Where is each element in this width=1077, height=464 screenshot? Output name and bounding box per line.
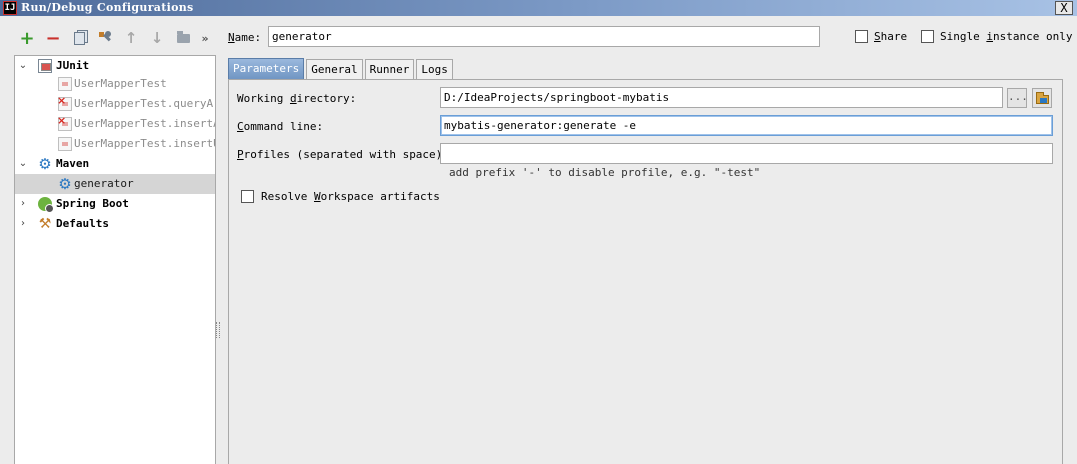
tree-item-label: UserMapperTest <box>74 77 167 90</box>
name-label: Name: <box>228 31 262 44</box>
tree-item-maven-generator[interactable]: ⚙ generator <box>15 174 215 194</box>
single-instance-checkbox[interactable] <box>921 30 934 43</box>
expanded-arrow-icon[interactable]: ⌄ <box>18 159 28 169</box>
tree-item-junit[interactable]: ⌄ JUnit <box>15 56 215 76</box>
expanded-arrow-icon[interactable]: ⌄ <box>18 61 28 71</box>
working-directory-label: Working directory: <box>237 92 357 105</box>
tree-item-defaults[interactable]: › ⚒ Defaults <box>15 214 215 234</box>
collapsed-arrow-icon[interactable]: › <box>18 199 28 209</box>
share-label[interactable]: Share <box>874 30 907 43</box>
remove-configuration-button[interactable]: − <box>40 28 66 49</box>
test-config-error-icon: × <box>57 114 72 131</box>
close-button[interactable]: X <box>1055 1 1073 15</box>
error-x-icon: × <box>57 94 67 107</box>
tree-item-junit-test[interactable]: UserMapperTest <box>15 74 215 94</box>
intellij-icon: IJ <box>3 1 17 15</box>
move-down-button[interactable]: ↓ <box>144 28 170 48</box>
profiles-input[interactable] <box>440 143 1053 164</box>
move-up-button[interactable]: ↑ <box>118 28 144 48</box>
folder-icon <box>1036 92 1049 104</box>
config-tabs: Parameters General Runner Logs <box>228 58 455 80</box>
profiles-hint: add prefix '-' to disable profile, e.g. … <box>449 166 761 179</box>
maven-gear-icon: ⚙ <box>38 155 52 173</box>
tree-item-label: UserMapperTest.insertUser <box>74 137 215 150</box>
defaults-wrench-icon: ⚒ <box>38 216 52 232</box>
more-actions-button[interactable]: » <box>196 28 214 48</box>
folder-button[interactable] <box>170 28 196 48</box>
command-line-label: Command line: <box>237 120 324 133</box>
spring-boot-icon <box>38 197 54 213</box>
copy-configuration-button[interactable] <box>66 28 92 48</box>
name-input[interactable]: generator <box>268 26 820 47</box>
parameters-panel <box>228 79 1063 464</box>
tree-item-label: Defaults <box>56 217 109 230</box>
folder-icon <box>176 30 190 43</box>
tree-item-spring-boot[interactable]: › Spring Boot <box>15 194 215 214</box>
edit-defaults-button[interactable] <box>92 28 118 48</box>
tree-item-label: Spring Boot <box>56 197 129 210</box>
add-configuration-button[interactable]: + <box>14 28 40 49</box>
working-directory-input[interactable]: D:/IdeaProjects/springboot-mybatis <box>440 87 1003 108</box>
tab-general[interactable]: General <box>306 59 363 80</box>
copy-icon <box>73 31 85 45</box>
maven-gear-icon: ⚙ <box>58 175 72 193</box>
title-bar: IJ Run/Debug Configurations X <box>0 0 1077 16</box>
tree-item-junit-test[interactable]: UserMapperTest.insertUser <box>15 134 215 154</box>
tree-item-junit-test[interactable]: × UserMapperTest.insertArea <box>15 114 215 134</box>
command-line-input[interactable]: mybatis-generator:generate -e <box>440 115 1053 136</box>
tree-item-label: generator <box>74 177 134 190</box>
junit-icon <box>38 59 52 73</box>
splitter-handle[interactable] <box>216 322 220 338</box>
share-checkbox[interactable] <box>855 30 868 43</box>
tab-runner[interactable]: Runner <box>364 59 415 80</box>
error-x-icon: × <box>57 114 67 127</box>
window-title: Run/Debug Configurations <box>21 1 194 14</box>
wrench-icon <box>99 31 111 42</box>
tree-item-label: JUnit <box>56 59 90 72</box>
tab-parameters[interactable]: Parameters <box>228 58 305 80</box>
tree-item-label: UserMapperTest.insertArea <box>74 117 215 130</box>
collapsed-arrow-icon[interactable]: › <box>18 219 28 229</box>
browse-button[interactable]: ... <box>1007 88 1028 108</box>
single-instance-label[interactable]: Single instance only <box>940 30 1072 43</box>
tree-item-label: UserMapperTest.queryArea <box>74 97 215 110</box>
tree-item-label: Maven <box>56 157 90 170</box>
toolbar: + − ↑ ↓ » <box>14 28 214 49</box>
tree-item-junit-test[interactable]: × UserMapperTest.queryArea <box>15 94 215 114</box>
macro-folder-button[interactable] <box>1032 88 1052 108</box>
tab-logs[interactable]: Logs <box>416 59 453 80</box>
configuration-tree[interactable]: ⌄ JUnit UserMapperTest × UserMapperTest.… <box>14 55 216 464</box>
resolve-workspace-label[interactable]: Resolve Workspace artifacts <box>261 190 440 203</box>
resolve-workspace-checkbox[interactable] <box>241 190 254 203</box>
test-config-error-icon: × <box>57 94 72 111</box>
test-config-icon <box>58 77 72 91</box>
test-config-icon <box>58 137 72 151</box>
profiles-label: Profiles (separated with space): <box>237 148 449 161</box>
tree-item-maven[interactable]: ⌄ ⚙ Maven <box>15 154 215 174</box>
